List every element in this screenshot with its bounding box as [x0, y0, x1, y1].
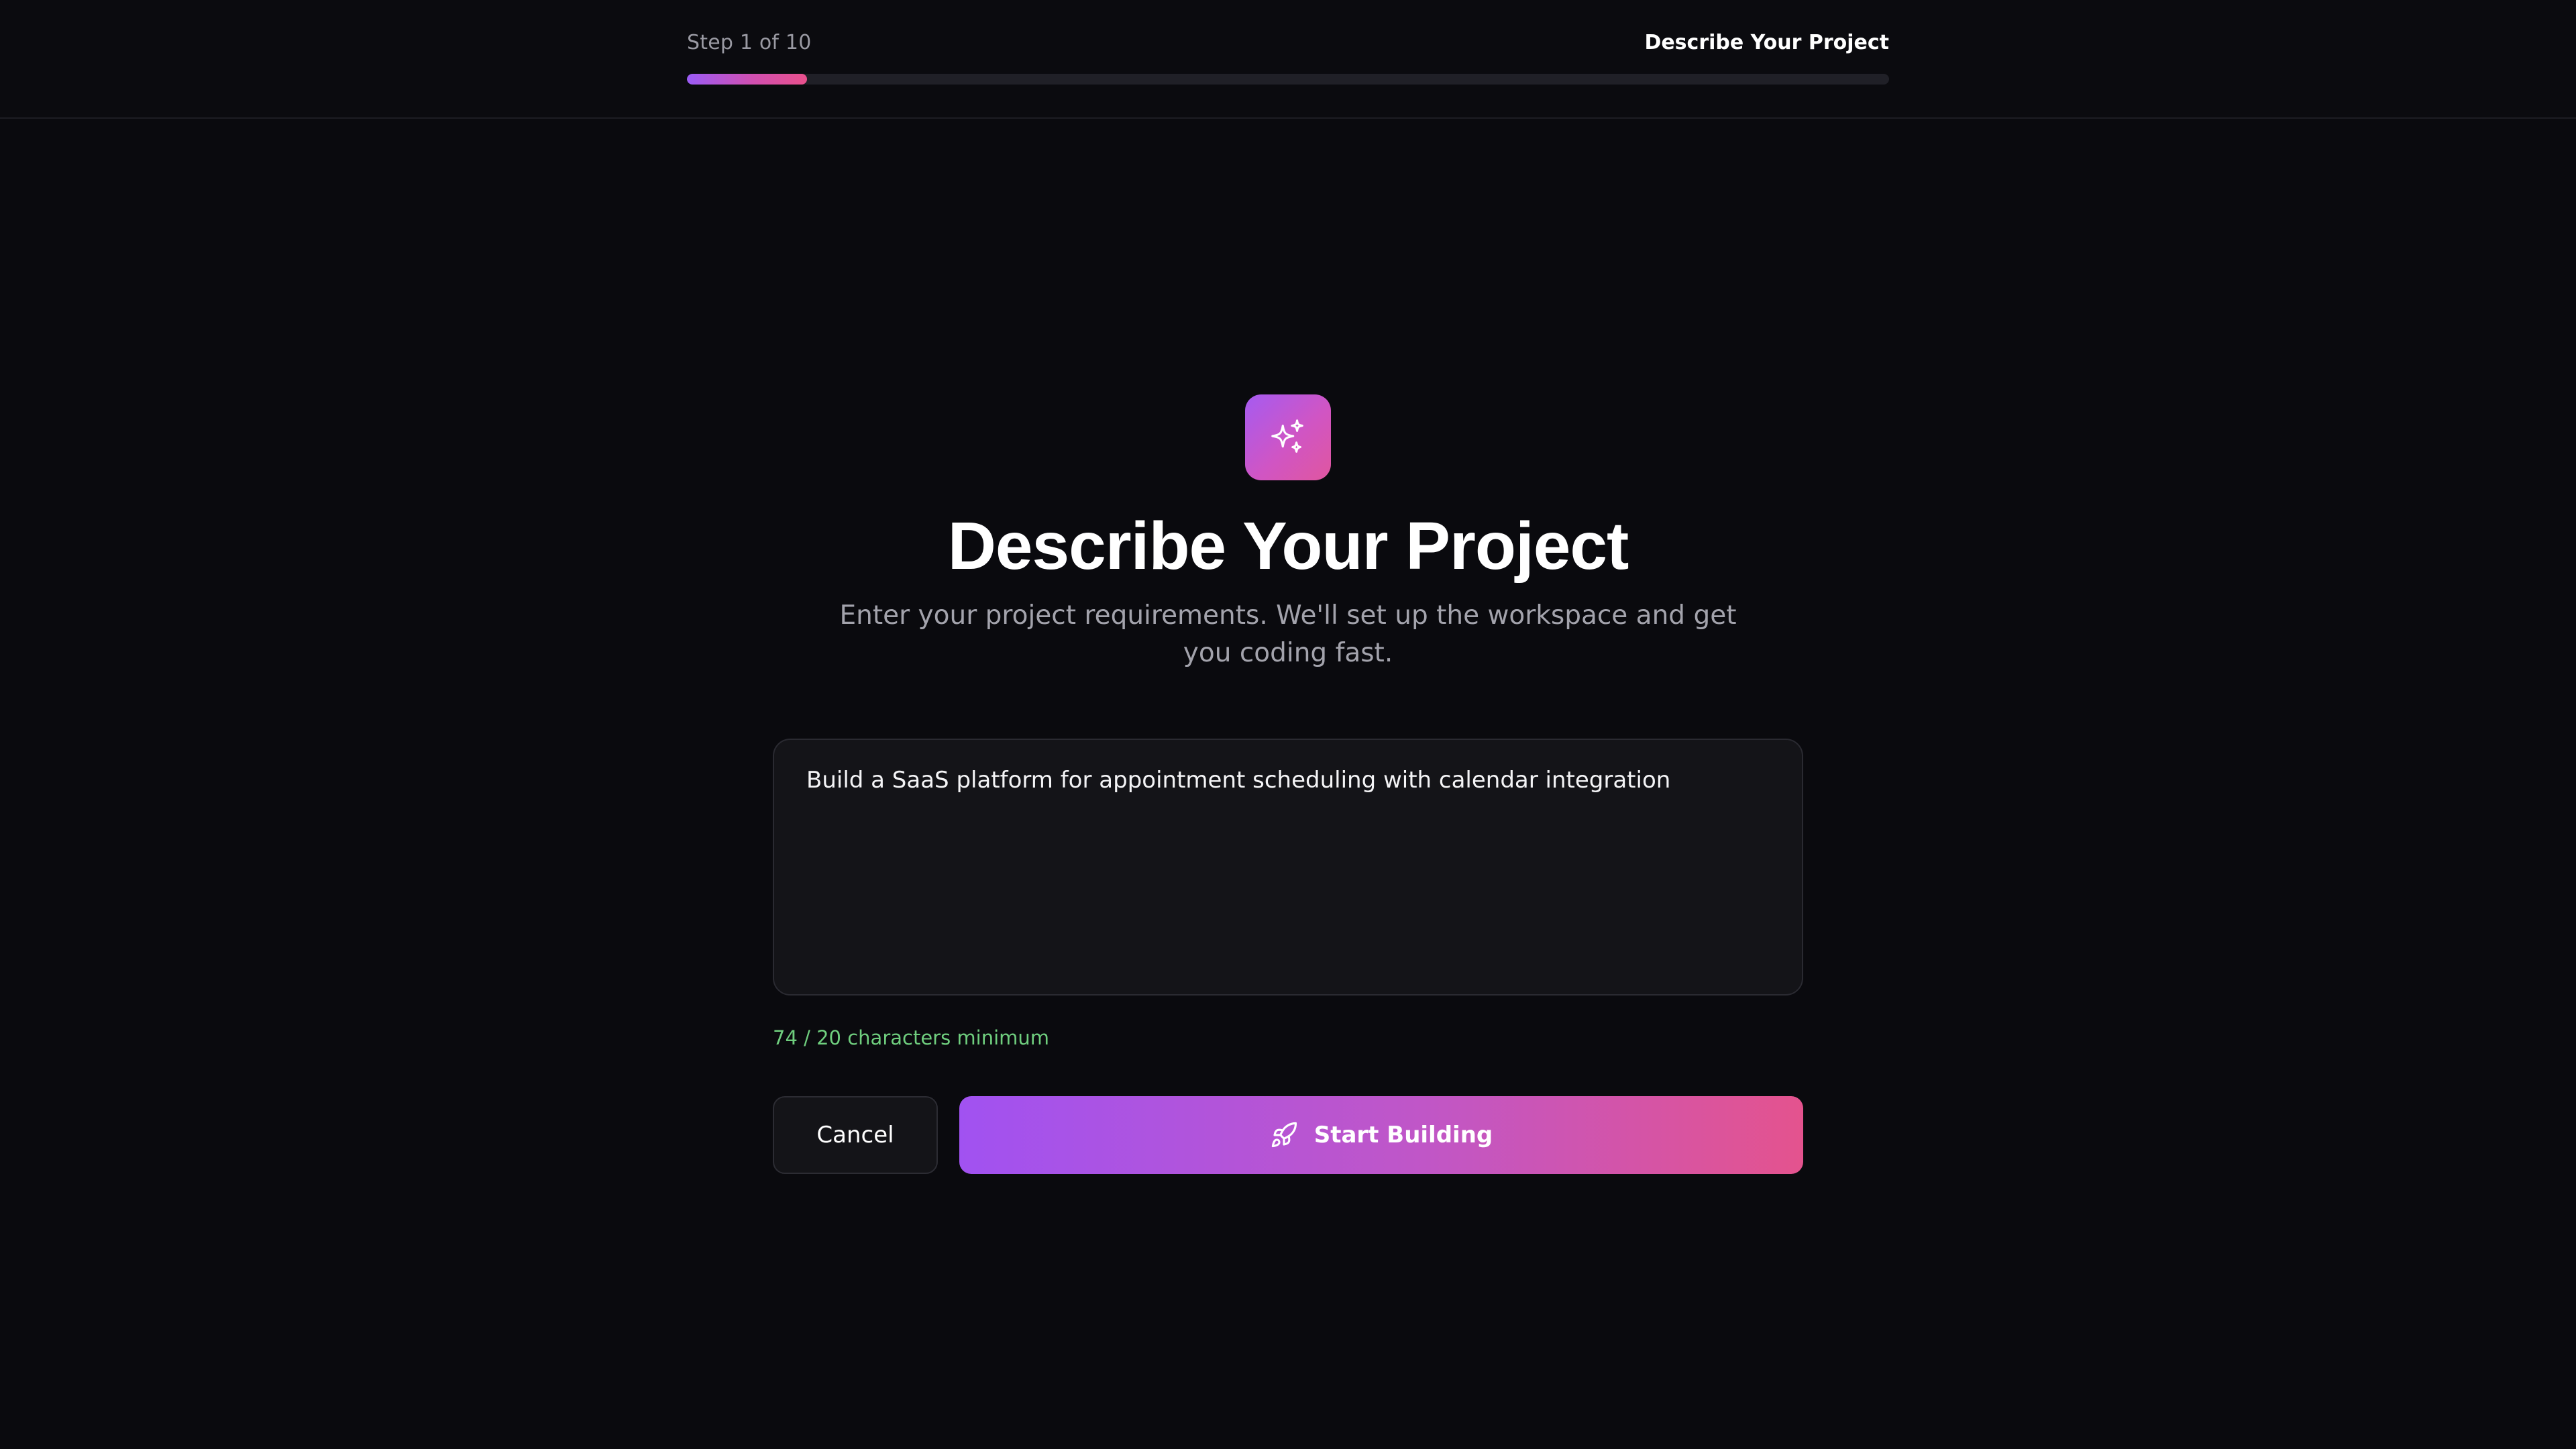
- progress-header-inner: Step 1 of 10 Describe Your Project: [687, 0, 1889, 119]
- page-subtitle: Enter your project requirements. We'll s…: [839, 600, 1737, 668]
- cancel-button-label: Cancel: [816, 1122, 894, 1148]
- project-description-input[interactable]: [806, 764, 1770, 970]
- sparkles-icon: [1245, 394, 1331, 480]
- step-label: Step 1 of 10: [687, 31, 812, 54]
- cancel-button[interactable]: Cancel: [773, 1096, 938, 1174]
- start-building-button[interactable]: Start Building: [959, 1096, 1803, 1174]
- project-description-box: [773, 739, 1803, 996]
- rocket-icon: [1270, 1121, 1298, 1149]
- step-title: Describe Your Project: [1644, 31, 1889, 54]
- progress-bar-fill: [687, 74, 808, 85]
- character-count: 74 / 20 characters minimum: [773, 1026, 1050, 1049]
- start-building-label: Start Building: [1313, 1122, 1493, 1148]
- progress-bar: [687, 74, 1889, 85]
- progress-header: Step 1 of 10 Describe Your Project: [0, 0, 2576, 119]
- page-title: Describe Your Project: [947, 508, 1629, 584]
